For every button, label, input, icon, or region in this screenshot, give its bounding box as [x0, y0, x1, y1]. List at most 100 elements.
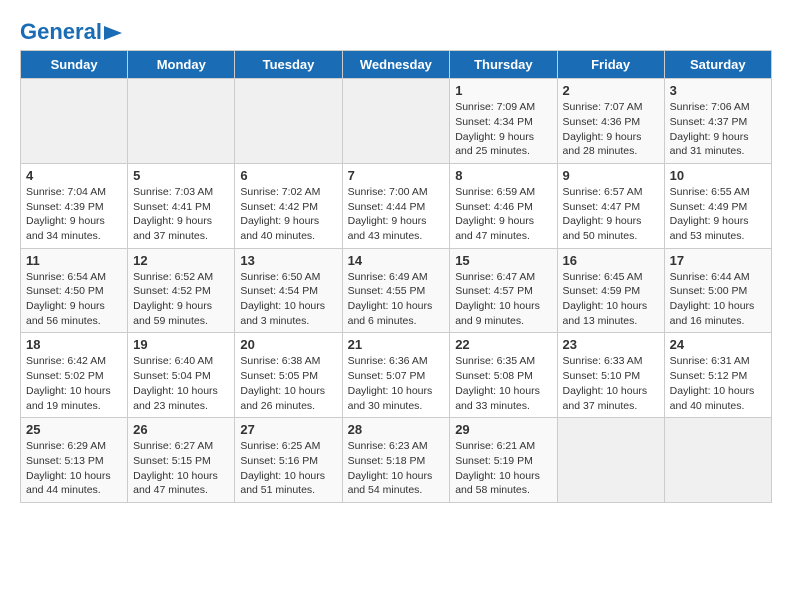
day-content: Sunrise: 6:29 AM Sunset: 5:13 PM Dayligh…	[26, 439, 122, 498]
calendar-cell	[342, 79, 450, 164]
calendar-cell: 9 Sunrise: 6:57 AM Sunset: 4:47 PM Daylig…	[557, 163, 664, 248]
day-content: Sunrise: 7:09 AM Sunset: 4:34 PM Dayligh…	[455, 100, 551, 159]
calendar-week-row: 25Sunrise: 6:29 AM Sunset: 5:13 PM Dayli…	[21, 418, 772, 503]
day-number: 13	[240, 253, 336, 268]
day-number: 9	[563, 168, 659, 183]
column-header-tuesday: Tuesday	[235, 51, 342, 79]
day-number: 15	[455, 253, 551, 268]
day-content: Sunrise: 6:33 AM Sunset: 5:10 PM Dayligh…	[563, 354, 659, 413]
page-header: General	[20, 20, 772, 40]
day-content: Sunrise: 6:52 AM Sunset: 4:52 PM Dayligh…	[133, 270, 229, 329]
column-header-saturday: Saturday	[664, 51, 771, 79]
column-header-friday: Friday	[557, 51, 664, 79]
calendar-cell: 3Sunrise: 7:06 AM Sunset: 4:37 PM Daylig…	[664, 79, 771, 164]
column-header-monday: Monday	[128, 51, 235, 79]
day-number: 12	[133, 253, 229, 268]
day-number: 28	[348, 422, 445, 437]
calendar-cell: 2Sunrise: 7:07 AM Sunset: 4:36 PM Daylig…	[557, 79, 664, 164]
calendar-cell: 29 Sunrise: 6:21 AM Sunset: 5:19 PM Dayli…	[450, 418, 557, 503]
calendar-table: SundayMondayTuesdayWednesdayThursdayFrid…	[20, 50, 772, 503]
day-number: 29	[455, 422, 551, 437]
day-number: 26	[133, 422, 229, 437]
day-number: 24	[670, 337, 766, 352]
calendar-week-row: 1 Sunrise: 7:09 AM Sunset: 4:34 PM Daylig…	[21, 79, 772, 164]
day-content: Sunrise: 6:23 AM Sunset: 5:18 PM Dayligh…	[348, 439, 445, 498]
column-header-sunday: Sunday	[21, 51, 128, 79]
calendar-cell	[21, 79, 128, 164]
day-content: Sunrise: 7:04 AM Sunset: 4:39 PM Dayligh…	[26, 185, 122, 244]
day-number: 11	[26, 253, 122, 268]
day-number: 16	[563, 253, 659, 268]
calendar-cell	[235, 79, 342, 164]
column-header-thursday: Thursday	[450, 51, 557, 79]
calendar-cell: 15 Sunrise: 6:47 AM Sunset: 4:57 PM Dayli…	[450, 248, 557, 333]
day-content: Sunrise: 7:03 AM Sunset: 4:41 PM Dayligh…	[133, 185, 229, 244]
day-content: Sunrise: 6:49 AM Sunset: 4:55 PM Dayligh…	[348, 270, 445, 329]
day-content: Sunrise: 7:02 AM Sunset: 4:42 PM Dayligh…	[240, 185, 336, 244]
day-number: 20	[240, 337, 336, 352]
day-content: Sunrise: 6:40 AM Sunset: 5:04 PM Dayligh…	[133, 354, 229, 413]
calendar-cell: 12 Sunrise: 6:52 AM Sunset: 4:52 PM Dayli…	[128, 248, 235, 333]
calendar-cell: 19 Sunrise: 6:40 AM Sunset: 5:04 PM Dayli…	[128, 333, 235, 418]
calendar-cell: 8Sunrise: 6:59 AM Sunset: 4:46 PM Daylig…	[450, 163, 557, 248]
calendar-cell: 13 Sunrise: 6:50 AM Sunset: 4:54 PM Dayli…	[235, 248, 342, 333]
calendar-header-row: SundayMondayTuesdayWednesdayThursdayFrid…	[21, 51, 772, 79]
day-content: Sunrise: 6:47 AM Sunset: 4:57 PM Dayligh…	[455, 270, 551, 329]
day-number: 1	[455, 83, 551, 98]
day-number: 6	[240, 168, 336, 183]
calendar-cell: 7 Sunrise: 7:00 AM Sunset: 4:44 PM Daylig…	[342, 163, 450, 248]
day-number: 19	[133, 337, 229, 352]
day-content: Sunrise: 6:36 AM Sunset: 5:07 PM Dayligh…	[348, 354, 445, 413]
day-number: 17	[670, 253, 766, 268]
day-content: Sunrise: 6:21 AM Sunset: 5:19 PM Dayligh…	[455, 439, 551, 498]
day-content: Sunrise: 6:25 AM Sunset: 5:16 PM Dayligh…	[240, 439, 336, 498]
calendar-cell: 10 Sunrise: 6:55 AM Sunset: 4:49 PM Dayli…	[664, 163, 771, 248]
day-number: 10	[670, 168, 766, 183]
day-number: 4	[26, 168, 122, 183]
calendar-cell: 24 Sunrise: 6:31 AM Sunset: 5:12 PM Dayli…	[664, 333, 771, 418]
day-content: Sunrise: 6:59 AM Sunset: 4:46 PM Dayligh…	[455, 185, 551, 244]
calendar-week-row: 11 Sunrise: 6:54 AM Sunset: 4:50 PM Dayli…	[21, 248, 772, 333]
day-content: Sunrise: 6:50 AM Sunset: 4:54 PM Dayligh…	[240, 270, 336, 329]
column-header-wednesday: Wednesday	[342, 51, 450, 79]
calendar-cell	[557, 418, 664, 503]
day-content: Sunrise: 6:31 AM Sunset: 5:12 PM Dayligh…	[670, 354, 766, 413]
calendar-week-row: 18Sunrise: 6:42 AM Sunset: 5:02 PM Dayli…	[21, 333, 772, 418]
day-content: Sunrise: 6:44 AM Sunset: 5:00 PM Dayligh…	[670, 270, 766, 329]
day-content: Sunrise: 6:57 AM Sunset: 4:47 PM Dayligh…	[563, 185, 659, 244]
day-number: 23	[563, 337, 659, 352]
calendar-cell: 16 Sunrise: 6:45 AM Sunset: 4:59 PM Dayli…	[557, 248, 664, 333]
calendar-cell: 4 Sunrise: 7:04 AM Sunset: 4:39 PM Daylig…	[21, 163, 128, 248]
day-content: Sunrise: 6:54 AM Sunset: 4:50 PM Dayligh…	[26, 270, 122, 329]
calendar-cell: 18Sunrise: 6:42 AM Sunset: 5:02 PM Dayli…	[21, 333, 128, 418]
day-content: Sunrise: 7:00 AM Sunset: 4:44 PM Dayligh…	[348, 185, 445, 244]
day-number: 21	[348, 337, 445, 352]
calendar-cell: 22Sunrise: 6:35 AM Sunset: 5:08 PM Dayli…	[450, 333, 557, 418]
calendar-cell	[664, 418, 771, 503]
day-content: Sunrise: 7:06 AM Sunset: 4:37 PM Dayligh…	[670, 100, 766, 159]
calendar-cell: 26Sunrise: 6:27 AM Sunset: 5:15 PM Dayli…	[128, 418, 235, 503]
day-content: Sunrise: 6:35 AM Sunset: 5:08 PM Dayligh…	[455, 354, 551, 413]
day-content: Sunrise: 6:45 AM Sunset: 4:59 PM Dayligh…	[563, 270, 659, 329]
calendar-cell	[128, 79, 235, 164]
calendar-cell: 21 Sunrise: 6:36 AM Sunset: 5:07 PM Dayli…	[342, 333, 450, 418]
calendar-week-row: 4 Sunrise: 7:04 AM Sunset: 4:39 PM Daylig…	[21, 163, 772, 248]
logo-text: General	[20, 20, 122, 44]
day-number: 7	[348, 168, 445, 183]
calendar-cell: 17 Sunrise: 6:44 AM Sunset: 5:00 PM Dayli…	[664, 248, 771, 333]
day-content: Sunrise: 6:55 AM Sunset: 4:49 PM Dayligh…	[670, 185, 766, 244]
calendar-cell: 25Sunrise: 6:29 AM Sunset: 5:13 PM Dayli…	[21, 418, 128, 503]
day-number: 14	[348, 253, 445, 268]
calendar-cell: 27 Sunrise: 6:25 AM Sunset: 5:16 PM Dayli…	[235, 418, 342, 503]
day-content: Sunrise: 6:38 AM Sunset: 5:05 PM Dayligh…	[240, 354, 336, 413]
day-content: Sunrise: 6:42 AM Sunset: 5:02 PM Dayligh…	[26, 354, 122, 413]
day-number: 2	[563, 83, 659, 98]
calendar-cell: 5 Sunrise: 7:03 AM Sunset: 4:41 PM Daylig…	[128, 163, 235, 248]
day-number: 27	[240, 422, 336, 437]
calendar-cell: 1 Sunrise: 7:09 AM Sunset: 4:34 PM Daylig…	[450, 79, 557, 164]
calendar-cell: 23 Sunrise: 6:33 AM Sunset: 5:10 PM Dayli…	[557, 333, 664, 418]
day-number: 5	[133, 168, 229, 183]
calendar-cell: 6 Sunrise: 7:02 AM Sunset: 4:42 PM Daylig…	[235, 163, 342, 248]
logo: General	[20, 20, 122, 40]
calendar-cell: 20 Sunrise: 6:38 AM Sunset: 5:05 PM Dayli…	[235, 333, 342, 418]
